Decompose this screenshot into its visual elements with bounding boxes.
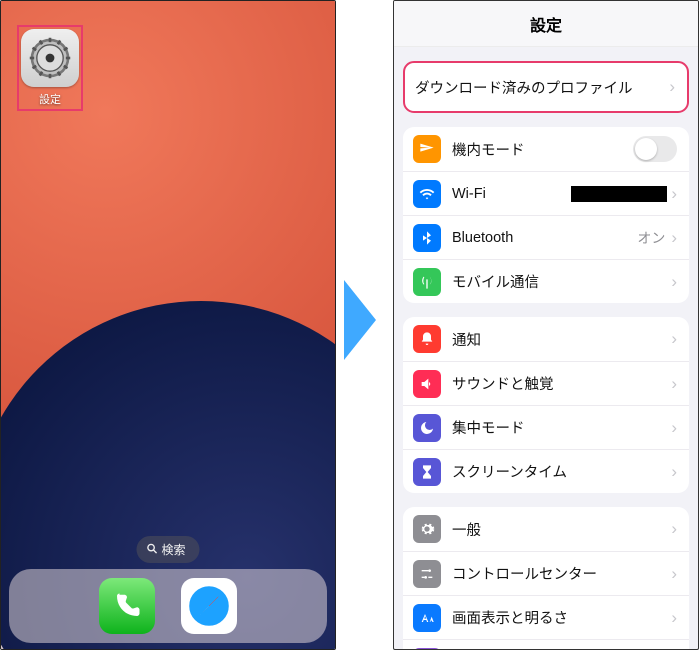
downloaded-profile-row[interactable]: ダウンロード済みのプロファイル › bbox=[405, 63, 687, 111]
speaker-icon bbox=[413, 370, 441, 398]
chevron-right-icon: › bbox=[671, 418, 677, 438]
downloaded-profile-label: ダウンロード済みのプロファイル bbox=[415, 77, 669, 98]
chevron-right-icon: › bbox=[671, 329, 677, 349]
sounds-label: サウンドと触覚 bbox=[452, 373, 671, 394]
control-center-label: コントロールセンター bbox=[452, 563, 671, 584]
airplane-mode-label: 機内モード bbox=[452, 139, 633, 160]
focus-label: 集中モード bbox=[452, 417, 671, 438]
gear-icon bbox=[413, 515, 441, 543]
search-icon bbox=[146, 543, 157, 557]
focus-row[interactable]: 集中モード › bbox=[403, 405, 689, 449]
chevron-right-icon: › bbox=[671, 608, 677, 628]
screentime-label: スクリーンタイム bbox=[452, 461, 671, 482]
control-center-row[interactable]: コントロールセンター › bbox=[403, 551, 689, 595]
moon-icon bbox=[413, 414, 441, 442]
alerts-section: 通知 › サウンドと触覚 › 集中モード › スクリーンタイム › bbox=[403, 317, 689, 493]
airplane-mode-row[interactable]: 機内モード bbox=[403, 127, 689, 171]
text-size-icon bbox=[413, 604, 441, 632]
settings-screen: 設定 ダウンロード済みのプロファイル › 機内モード Wi-Fi › Bluet… bbox=[393, 0, 699, 650]
cellular-row[interactable]: モバイル通信 › bbox=[403, 259, 689, 303]
spotlight-search[interactable]: 検索 bbox=[136, 536, 199, 563]
homescreen-row[interactable]: ホーム画面とアプリライブラリ › bbox=[403, 639, 689, 650]
display-label: 画面表示と明るさ bbox=[452, 607, 671, 628]
airplane-icon bbox=[413, 135, 441, 163]
wifi-icon bbox=[413, 180, 441, 208]
chevron-right-icon: › bbox=[669, 77, 675, 97]
nav-title: 設定 bbox=[394, 1, 698, 47]
chevron-right-icon: › bbox=[671, 462, 677, 482]
bluetooth-row[interactable]: Bluetooth オン › bbox=[403, 215, 689, 259]
general-section: 一般 › コントロールセンター › 画面表示と明るさ › ホーム画面とアプリライ… bbox=[403, 507, 689, 650]
safari-app-icon[interactable] bbox=[181, 578, 237, 634]
downloaded-profile-section: ダウンロード済みのプロファイル › bbox=[403, 61, 689, 113]
gear-icon bbox=[21, 29, 79, 87]
dock bbox=[9, 569, 327, 643]
phone-app-icon[interactable] bbox=[99, 578, 155, 634]
sliders-icon bbox=[413, 560, 441, 588]
wifi-row[interactable]: Wi-Fi › bbox=[403, 171, 689, 215]
arrow-icon bbox=[342, 280, 378, 360]
chevron-right-icon: › bbox=[671, 374, 677, 394]
wifi-value-redacted bbox=[571, 186, 667, 202]
settings-app-label: 設定 bbox=[39, 91, 61, 107]
cellular-label: モバイル通信 bbox=[452, 271, 671, 292]
notifications-row[interactable]: 通知 › bbox=[403, 317, 689, 361]
general-row[interactable]: 一般 › bbox=[403, 507, 689, 551]
search-label: 検索 bbox=[161, 541, 185, 558]
antenna-icon bbox=[413, 268, 441, 296]
connectivity-section: 機内モード Wi-Fi › Bluetooth オン › モバイル通信 › bbox=[403, 127, 689, 303]
bluetooth-icon bbox=[413, 224, 441, 252]
wifi-label: Wi-Fi bbox=[452, 186, 571, 202]
notifications-label: 通知 bbox=[452, 329, 671, 350]
general-label: 一般 bbox=[452, 519, 671, 540]
sounds-row[interactable]: サウンドと触覚 › bbox=[403, 361, 689, 405]
display-row[interactable]: 画面表示と明るさ › bbox=[403, 595, 689, 639]
hourglass-icon bbox=[413, 458, 441, 486]
home-screen: 設定 検索 bbox=[0, 0, 336, 650]
chevron-right-icon: › bbox=[671, 184, 677, 204]
bell-icon bbox=[413, 325, 441, 353]
chevron-right-icon: › bbox=[671, 519, 677, 539]
airplane-toggle[interactable] bbox=[633, 136, 677, 162]
bluetooth-value: オン bbox=[637, 228, 665, 248]
chevron-right-icon: › bbox=[671, 272, 677, 292]
chevron-right-icon: › bbox=[671, 564, 677, 584]
bluetooth-label: Bluetooth bbox=[452, 230, 637, 246]
screentime-row[interactable]: スクリーンタイム › bbox=[403, 449, 689, 493]
chevron-right-icon: › bbox=[671, 228, 677, 248]
settings-app-icon[interactable]: 設定 bbox=[17, 25, 83, 111]
